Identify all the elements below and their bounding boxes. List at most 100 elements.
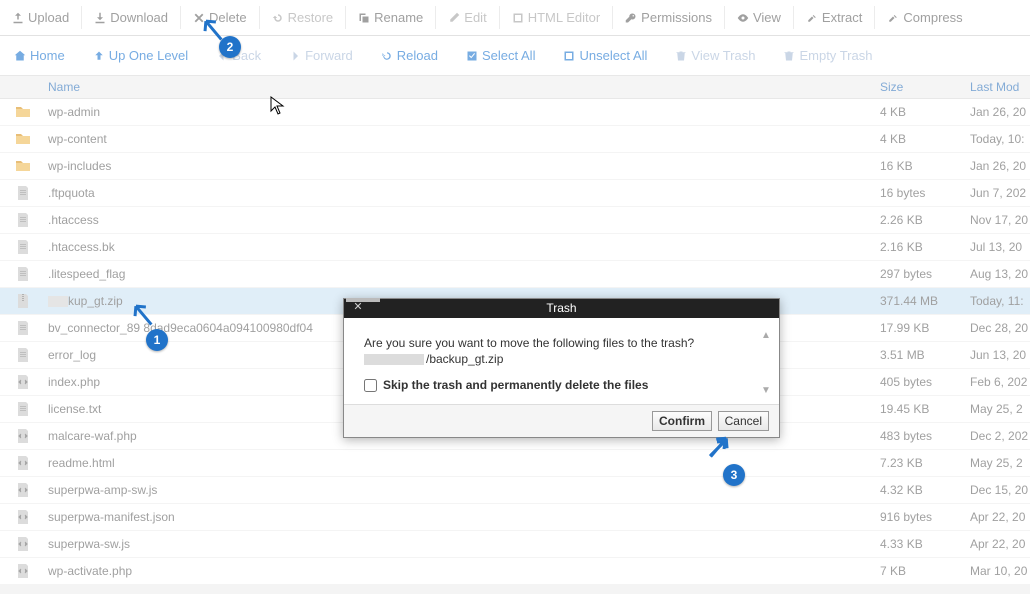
file-modified: Today, 10: <box>970 132 1030 146</box>
file-row[interactable]: .litespeed_flag297 bytesAug 13, 20 <box>0 261 1030 288</box>
file-size: 4 KB <box>880 132 970 146</box>
compress-button[interactable]: Compress <box>875 6 974 29</box>
label: Compress <box>903 10 962 25</box>
file-modified: May 25, 2 <box>970 456 1030 470</box>
skip-trash-label[interactable]: Skip the trash and permanently delete th… <box>364 378 759 392</box>
file-size: 4.32 KB <box>880 483 970 497</box>
cancel-button[interactable]: Cancel <box>718 411 769 431</box>
html-editor-button[interactable]: HTML Editor <box>500 6 613 29</box>
file-name: superpwa-manifest.json <box>45 510 880 524</box>
download-icon <box>94 12 106 24</box>
unselect-icon <box>563 50 575 62</box>
label: Unselect All <box>579 48 647 63</box>
file-size: 2.16 KB <box>880 240 970 254</box>
extract-icon <box>806 12 818 24</box>
label: View <box>753 10 781 25</box>
label: Permissions <box>641 10 712 25</box>
pencil-icon <box>448 12 460 24</box>
file-modified: Dec 15, 20 <box>970 483 1030 497</box>
view-trash-button[interactable]: View Trash <box>661 44 769 67</box>
file-size: 4.33 KB <box>880 537 970 551</box>
upload-button[interactable]: Upload <box>0 6 82 29</box>
trash-icon <box>783 50 795 62</box>
confirm-button[interactable]: Confirm <box>652 411 712 431</box>
file-modified: Jul 13, 20 <box>970 240 1030 254</box>
restore-icon <box>272 12 284 24</box>
file-modified: Dec 28, 20 <box>970 321 1030 335</box>
column-modified[interactable]: Last Mod <box>970 80 1030 94</box>
file-row[interactable]: wp-activate.php7 KBMar 10, 20 <box>0 558 1030 585</box>
file-row[interactable]: superpwa-sw.js4.33 KBApr 22, 20 <box>0 531 1030 558</box>
code-file-icon <box>15 536 31 552</box>
dialog-file-path: /backup_gt.zip <box>364 352 759 366</box>
file-row[interactable]: superpwa-manifest.json916 bytesApr 22, 2… <box>0 504 1030 531</box>
compress-icon <box>887 12 899 24</box>
delete-button[interactable]: Delete <box>181 6 260 29</box>
file-name: superpwa-sw.js <box>45 537 880 551</box>
file-modified: Feb 6, 202 <box>970 375 1030 389</box>
code-file-icon <box>15 428 31 444</box>
permissions-button[interactable]: Permissions <box>613 6 725 29</box>
annotation-badge-1: 1 <box>146 329 168 351</box>
unselect-all-button[interactable]: Unselect All <box>549 44 661 67</box>
forward-button[interactable]: Forward <box>275 44 367 67</box>
column-size[interactable]: Size <box>880 80 970 94</box>
file-size: 297 bytes <box>880 267 970 281</box>
file-modified: Apr 22, 20 <box>970 510 1030 524</box>
dialog-body: Are you sure you want to move the follow… <box>344 318 779 404</box>
dialog-title: Trash <box>546 301 576 315</box>
file-size: 16 bytes <box>880 186 970 200</box>
edit-button[interactable]: Edit <box>436 6 499 29</box>
file-size: 19.45 KB <box>880 402 970 416</box>
file-icon <box>15 320 31 336</box>
file-size: 2.26 KB <box>880 213 970 227</box>
file-row[interactable]: superpwa-amp-sw.js4.32 KBDec 15, 20 <box>0 477 1030 504</box>
file-modified: May 25, 2 <box>970 402 1030 416</box>
trash-icon <box>675 50 687 62</box>
file-modified: Today, 11: <box>970 294 1030 308</box>
dialog-titlebar[interactable]: ✕ Trash <box>344 299 779 318</box>
key-icon <box>625 12 637 24</box>
skip-trash-checkbox[interactable] <box>364 379 377 392</box>
file-icon <box>15 266 31 282</box>
file-size: 483 bytes <box>880 429 970 443</box>
extract-button[interactable]: Extract <box>794 6 875 29</box>
reload-button[interactable]: Reload <box>367 44 452 67</box>
home-button[interactable]: Home <box>0 44 79 67</box>
up-icon <box>93 50 105 62</box>
file-size: 405 bytes <box>880 375 970 389</box>
column-name[interactable]: Name <box>45 80 880 94</box>
up-button[interactable]: Up One Level <box>79 44 203 67</box>
annotation-badge-3: 3 <box>723 464 745 486</box>
code-file-icon <box>15 509 31 525</box>
file-name: .ftpquota <box>45 186 880 200</box>
file-name: .litespeed_flag <box>45 267 880 281</box>
view-button[interactable]: View <box>725 6 794 29</box>
file-row[interactable]: .htaccess.bk2.16 KBJul 13, 20 <box>0 234 1030 261</box>
label: Up One Level <box>109 48 189 63</box>
file-row[interactable]: readme.html7.23 KBMay 25, 2 <box>0 450 1030 477</box>
close-icon[interactable]: ✕ <box>350 300 366 313</box>
file-size: 916 bytes <box>880 510 970 524</box>
restore-button[interactable]: Restore <box>260 6 347 29</box>
empty-trash-button[interactable]: Empty Trash <box>769 44 886 67</box>
eye-icon <box>737 12 749 24</box>
file-row[interactable]: wp-admin4 KBJan 26, 20 <box>0 99 1030 126</box>
file-row[interactable]: wp-includes16 KBJan 26, 20 <box>0 153 1030 180</box>
file-row[interactable]: .htaccess2.26 KBNov 17, 20 <box>0 207 1030 234</box>
file-icon <box>15 239 31 255</box>
folder-icon <box>15 104 31 120</box>
scroll-indicator: ▲▼ <box>761 330 772 396</box>
skip-trash-text: Skip the trash and permanently delete th… <box>383 378 648 392</box>
file-row[interactable]: .ftpquota16 bytesJun 7, 202 <box>0 180 1030 207</box>
select-all-button[interactable]: Select All <box>452 44 549 67</box>
label: Rename <box>374 10 423 25</box>
copy-icon <box>358 12 370 24</box>
file-modified: Nov 17, 20 <box>970 213 1030 227</box>
rename-button[interactable]: Rename <box>346 6 436 29</box>
code-file-icon <box>15 374 31 390</box>
trash-dialog: ✕ Trash Are you sure you want to move th… <box>343 298 780 438</box>
file-row[interactable]: wp-content4 KBToday, 10: <box>0 126 1030 153</box>
download-button[interactable]: Download <box>82 6 181 29</box>
file-modified: Jan 26, 20 <box>970 159 1030 173</box>
